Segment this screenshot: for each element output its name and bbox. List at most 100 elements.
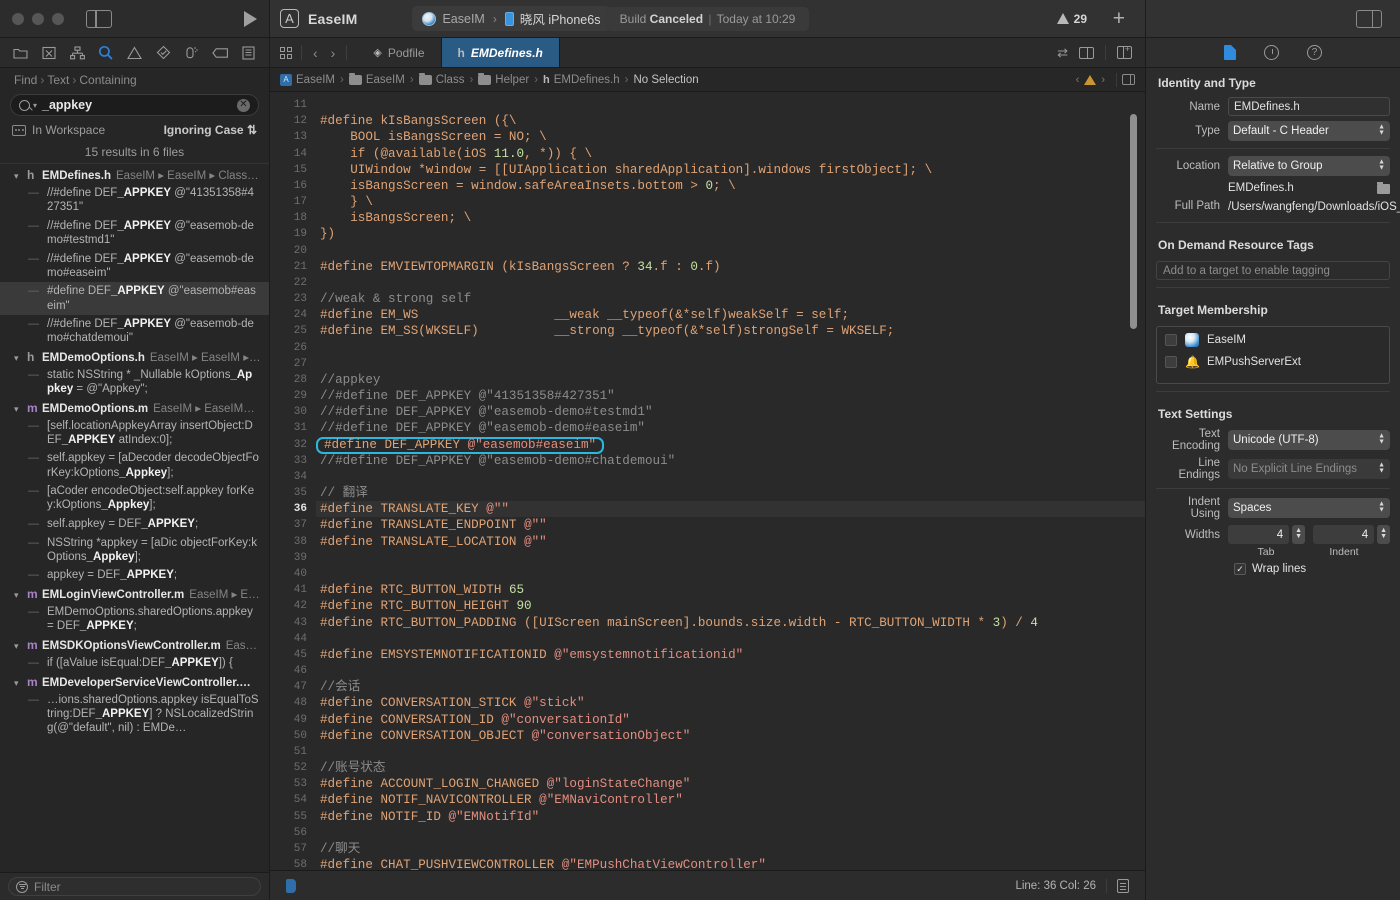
warning-triangle-icon[interactable] xyxy=(1084,74,1097,85)
code-line[interactable]: //weak & strong self xyxy=(316,291,1145,307)
code-line[interactable] xyxy=(316,469,1145,485)
add-editor-plus-button[interactable]: + xyxy=(1113,8,1125,29)
add-editor-icon[interactable] xyxy=(1117,44,1132,59)
close-window-button[interactable] xyxy=(12,12,24,25)
swap-editors-icon[interactable]: ⇄ xyxy=(1057,45,1068,61)
location-select[interactable]: Relative to Group ▲ ▼ xyxy=(1228,156,1390,176)
result-file-row[interactable]: ▾ h EMDefines.h EaseIM ▸ EaseIM ▸ Class… xyxy=(0,166,269,184)
jumpbar-item-0[interactable]: EaseIM xyxy=(296,74,335,86)
code-line[interactable] xyxy=(316,744,1145,760)
tab-podfile[interactable]: ◈ Podfile xyxy=(357,38,442,67)
code-line[interactable]: BOOL isBangsScreen = NO; \ xyxy=(316,129,1145,145)
source-control-icon[interactable] xyxy=(39,44,59,62)
find-navigator-icon[interactable] xyxy=(96,44,116,62)
code-line[interactable] xyxy=(316,340,1145,356)
minimap-toggle-icon[interactable] xyxy=(1122,74,1135,85)
indent-width-stepper[interactable]: ▲ ▼ xyxy=(1377,525,1390,545)
project-navigator-icon[interactable] xyxy=(10,44,30,62)
assistant-editor-icon[interactable] xyxy=(1079,46,1094,59)
result-match-row[interactable]: — self.appkey = [aDecoder decodeObjectFor… xyxy=(0,449,269,482)
back-arrow-icon[interactable]: ‹ xyxy=(311,45,320,61)
quick-help-icon[interactable]: ? xyxy=(1307,45,1322,60)
warning-indicator[interactable]: 29 xyxy=(1056,12,1087,26)
code-line[interactable] xyxy=(316,356,1145,372)
target-row-easeim[interactable]: EaseIM xyxy=(1165,333,1381,348)
result-match-row[interactable]: — //#define DEF_APPKEY @"easemob-demo#tes… xyxy=(0,217,269,250)
target-checkbox[interactable] xyxy=(1165,334,1177,347)
result-match-row[interactable]: — [aCoder encodeObject:self.appkey forKey… xyxy=(0,482,269,515)
result-match-row[interactable]: — //#define DEF_APPKEY @"easemob-demo#cha… xyxy=(0,315,269,348)
breakpoint-navigator-icon[interactable] xyxy=(210,44,230,62)
type-select[interactable]: Default - C Header ▲ ▼ xyxy=(1228,121,1390,141)
odr-tags-field[interactable]: Add to a target to enable tagging xyxy=(1156,261,1390,281)
code-line[interactable]: //appkey xyxy=(316,372,1145,388)
test-navigator-icon[interactable] xyxy=(153,44,173,62)
code-line[interactable]: }) xyxy=(316,226,1145,242)
code-line[interactable]: //账号状态 xyxy=(316,760,1145,776)
code-line[interactable]: #define CONVERSATION_STICK @"stick" xyxy=(316,695,1145,711)
code-line[interactable]: #define CONVERSATION_OBJECT @"conversati… xyxy=(316,728,1145,744)
result-match-row[interactable]: — //#define DEF_APPKEY @"easemob-demo#eas… xyxy=(0,250,269,283)
disclosure-triangle-icon[interactable]: ▾ xyxy=(14,678,22,689)
code-line[interactable]: #define TRANSLATE_KEY @"" xyxy=(316,501,1145,518)
code-line[interactable] xyxy=(316,97,1145,113)
code-line[interactable]: #define TRANSLATE_LOCATION @"" xyxy=(316,534,1145,550)
code-line[interactable]: //聊天 xyxy=(316,841,1145,857)
code-line[interactable]: UIWindow *window = [[UIApplication share… xyxy=(316,162,1145,178)
code-line[interactable]: //#define DEF_APPKEY @"easemob-demo#chat… xyxy=(316,453,1145,469)
result-match-row[interactable]: — NSString *appkey = [aDic objectForKey:k… xyxy=(0,534,269,567)
result-match-row[interactable]: — [self.locationAppkeyArray insertObject:… xyxy=(0,417,269,450)
code-line[interactable]: //会话 xyxy=(316,679,1145,695)
code-line[interactable]: isBangsScreen = window.safeAreaInsets.bo… xyxy=(316,178,1145,194)
chevron-down-icon[interactable]: ▾ xyxy=(33,101,37,110)
jumpbar-item-5[interactable]: No Selection xyxy=(633,74,698,86)
find-breadcrumb-text[interactable]: Text xyxy=(47,73,69,87)
forward-arrow-icon[interactable]: › xyxy=(329,45,338,61)
find-breadcrumb-find[interactable]: Find xyxy=(14,73,37,87)
code-line[interactable]: } \ xyxy=(316,194,1145,210)
editor-vertical-scrollbar[interactable] xyxy=(1130,114,1137,329)
jumpbar-item-1[interactable]: EaseIM xyxy=(366,74,405,86)
report-navigator-icon[interactable] xyxy=(239,44,259,62)
debug-navigator-icon[interactable] xyxy=(182,44,202,62)
search-input[interactable]: ▾ _appkey ✕ xyxy=(10,94,259,116)
symbol-navigator-icon[interactable] xyxy=(67,44,87,62)
code-line[interactable]: #define TRANSLATE_ENDPOINT @"" xyxy=(316,517,1145,533)
code-line[interactable]: isBangsScreen; \ xyxy=(316,210,1145,226)
jumpbar-item-3[interactable]: Helper xyxy=(495,74,529,86)
file-inspector-icon[interactable] xyxy=(1224,45,1236,60)
inspector-toggle-icon[interactable] xyxy=(1356,9,1382,28)
code-line[interactable] xyxy=(316,243,1145,259)
code-line[interactable]: if (@available(iOS 11.0, *)) { \ xyxy=(316,146,1145,162)
disclosure-triangle-icon[interactable]: ▾ xyxy=(14,171,22,182)
wrap-lines-row[interactable]: ✓ Wrap lines xyxy=(1156,563,1390,576)
code-line[interactable]: #define CHAT_PUSHVIEWCONTROLLER @"EMPush… xyxy=(316,857,1145,870)
code-line[interactable]: // 翻译 xyxy=(316,485,1145,501)
bookmark-icon[interactable] xyxy=(286,878,296,893)
code-line[interactable]: #define EM_SS(WKSELF) __strong __typeof(… xyxy=(316,323,1145,339)
related-items-icon[interactable] xyxy=(280,46,292,59)
case-option-button[interactable]: Ignoring Case ⇅ xyxy=(164,123,257,137)
result-match-row[interactable]: — #define DEF_APPKEY @"easemob#easeim" xyxy=(0,282,269,315)
name-field[interactable]: EMDefines.h xyxy=(1228,97,1390,116)
code-line[interactable]: #define NOTIF_NAVICONTROLLER @"EMNaviCon… xyxy=(316,792,1145,808)
result-match-row[interactable]: — if ([aValue isEqual:DEF_APPKEY]) { xyxy=(0,654,269,673)
code-line[interactable]: #define RTC_BUTTON_PADDING ([UIScreen ma… xyxy=(316,615,1145,631)
code-line[interactable]: #define RTC_BUTTON_WIDTH 65 xyxy=(316,582,1145,598)
minimize-window-button[interactable] xyxy=(32,12,44,25)
code-line[interactable]: #define ACCOUNT_LOGIN_CHANGED @"loginSta… xyxy=(316,776,1145,792)
disclosure-triangle-icon[interactable]: ▾ xyxy=(14,641,22,652)
disclosure-triangle-icon[interactable]: ▾ xyxy=(14,590,22,601)
history-inspector-icon[interactable] xyxy=(1264,45,1279,60)
code-line[interactable] xyxy=(316,631,1145,647)
line-endings-select[interactable]: No Explicit Line Endings ▲ ▼ xyxy=(1228,459,1390,480)
disclosure-triangle-icon[interactable]: ▾ xyxy=(14,353,22,364)
result-file-row[interactable]: ▾ m EMLoginViewController.m EaseIM ▸ E… xyxy=(0,585,269,603)
find-breadcrumb[interactable]: Find › Text › Containing xyxy=(0,68,269,92)
indent-using-select[interactable]: Spaces ▲ ▼ xyxy=(1228,498,1390,519)
scope-selector[interactable]: In Workspace xyxy=(12,123,105,137)
run-button[interactable] xyxy=(244,10,257,27)
zoom-window-button[interactable] xyxy=(52,12,64,25)
code-line[interactable] xyxy=(316,663,1145,679)
target-row-empushserverext[interactable]: 🔔 EMPushServerExt xyxy=(1165,355,1381,369)
